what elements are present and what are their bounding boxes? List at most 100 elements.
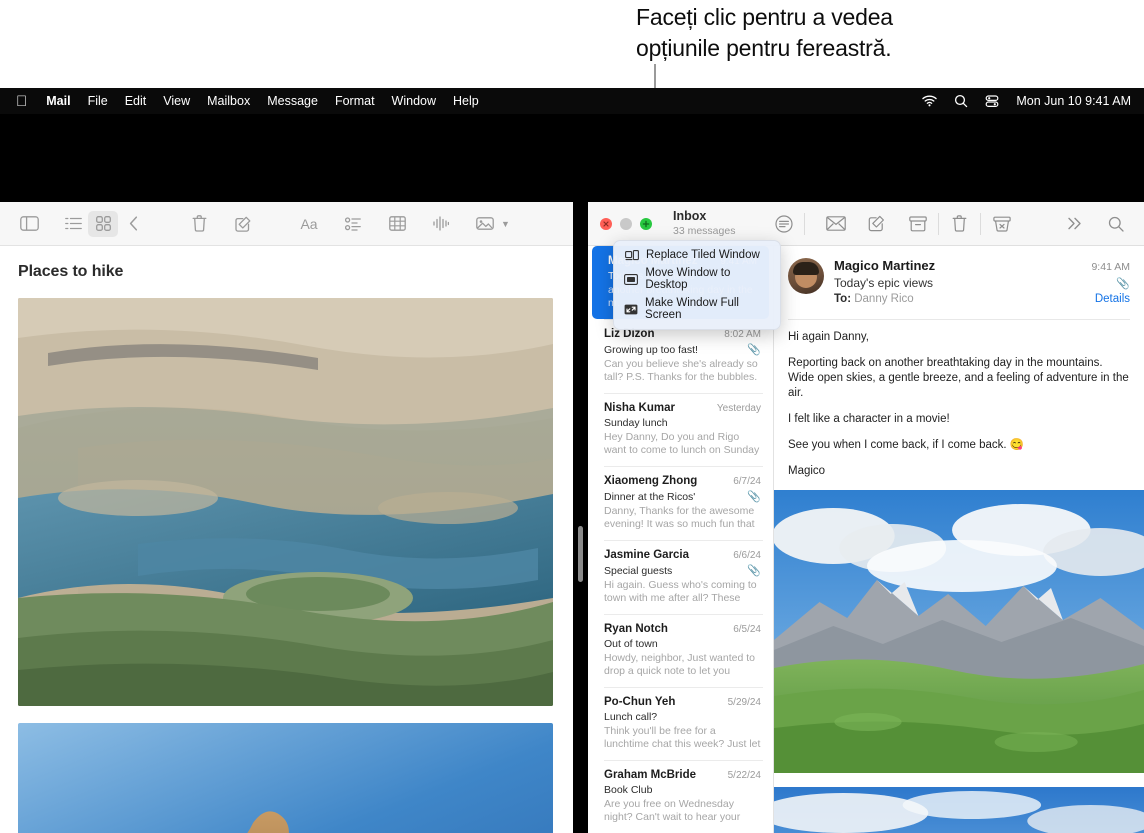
- wifi-icon[interactable]: [922, 95, 937, 107]
- message-subject: Out of town: [604, 638, 658, 650]
- window-traffic-lights[interactable]: [600, 218, 652, 230]
- message-sender: Po-Chun Yeh: [604, 696, 675, 708]
- message-list-item[interactable]: Xiaomeng Zhong 6/7/24 Dinner at the Rico…: [588, 466, 773, 540]
- move-window-to-desktop-icon: [624, 274, 638, 285]
- checklist-icon[interactable]: [338, 211, 368, 237]
- message-subject: Dinner at the Ricos': [604, 491, 695, 503]
- message-date: 8:02 AM: [724, 329, 761, 340]
- menu-item-label: Move Window to Desktop: [645, 267, 770, 291]
- message-date: 5/29/24: [728, 697, 761, 708]
- callout-line-1: Faceți clic pentru a vedea: [636, 4, 893, 30]
- spotlight-search-icon[interactable]: [954, 94, 968, 108]
- back-chevron-icon[interactable]: [118, 211, 148, 237]
- compose-note-icon[interactable]: [228, 211, 258, 237]
- detail-sender-name: Magico Martinez: [834, 258, 935, 273]
- paperclip-icon: 📎: [747, 343, 761, 356]
- sidebar-toggle-icon[interactable]: [14, 211, 44, 237]
- message-subject: Sunday lunch: [604, 417, 668, 429]
- menu-item-file[interactable]: File: [88, 94, 108, 108]
- message-body: Hi again Danny, Reporting back on anothe…: [774, 320, 1144, 479]
- menu-item-edit[interactable]: Edit: [125, 94, 147, 108]
- menu-item-mail[interactable]: Mail: [46, 94, 70, 108]
- screenshot-root: Faceți clic pentru a vedea opțiunile pen…: [0, 0, 1144, 833]
- more-toolbar-icon[interactable]: [1054, 210, 1095, 238]
- text-format-icon[interactable]: Aa: [294, 211, 324, 237]
- minimize-button[interactable]: [620, 218, 632, 230]
- message-list-item[interactable]: Nisha Kumar Yesterday Sunday lunch Hey D…: [588, 393, 773, 466]
- message-date: 6/7/24: [733, 476, 761, 487]
- body-paragraph: Magico: [788, 464, 1130, 479]
- message-snippet: Are you free on Wednesday night? Can't w…: [604, 798, 761, 824]
- get-mail-icon[interactable]: [815, 210, 856, 238]
- close-button[interactable]: [600, 218, 612, 230]
- details-link[interactable]: Details: [1095, 293, 1130, 305]
- message-list-item[interactable]: Po-Chun Yeh 5/29/24 Lunch call? Think yo…: [588, 687, 773, 760]
- replace-tiled-window-icon: [624, 250, 639, 261]
- tile-resize-handle[interactable]: [578, 526, 583, 582]
- paperclip-icon: 📎: [747, 490, 761, 503]
- message-attachment-image-2[interactable]: [774, 787, 1144, 833]
- media-icon[interactable]: [470, 211, 500, 237]
- audio-icon[interactable]: [426, 211, 456, 237]
- menubar-clock[interactable]: Mon Jun 10 9:41 AM: [1016, 94, 1131, 108]
- table-icon[interactable]: [382, 211, 412, 237]
- message-subject: Special guests: [604, 565, 672, 577]
- message-sender: Graham McBride: [604, 769, 696, 781]
- desktop:  Mail File Edit View Mailbox Message Fo…: [0, 88, 1144, 833]
- message-sender: Ryan Notch: [604, 623, 668, 635]
- detail-to-value: Danny Rico: [854, 293, 913, 305]
- menu-item-format[interactable]: Format: [335, 94, 375, 108]
- message-date: 6/6/24: [733, 550, 761, 561]
- message-snippet: Hey Danny, Do you and Rigo want to come …: [604, 431, 761, 457]
- search-icon[interactable]: [1095, 210, 1136, 238]
- message-date: 6/5/24: [733, 624, 761, 635]
- menu-item-help[interactable]: Help: [453, 94, 479, 108]
- apple-logo-icon[interactable]: : [16, 94, 27, 109]
- menu-item-mailbox[interactable]: Mailbox: [207, 94, 250, 108]
- menu-item-label: Replace Tiled Window: [646, 249, 760, 261]
- paperclip-icon[interactable]: 📎: [1116, 277, 1130, 290]
- note-image-1: [18, 298, 553, 706]
- menu-bar[interactable]:  Mail File Edit View Mailbox Message Fo…: [0, 88, 1144, 114]
- detail-subject: Today's epic views: [834, 276, 933, 290]
- archive-icon[interactable]: [897, 210, 938, 238]
- control-center-icon[interactable]: [985, 95, 999, 108]
- trash-icon[interactable]: [184, 211, 214, 237]
- message-list[interactable]: Magico Martinez 9:41 AM Today's epic vie…: [588, 246, 774, 833]
- message-list-item[interactable]: Liz Dizon 8:02 AM Growing up too fast! 📎…: [588, 319, 773, 393]
- menu-item-replace-tiled-window[interactable]: Replace Tiled Window: [614, 246, 780, 264]
- callout-line-2: opțiunile pentru fereastră.: [636, 33, 1036, 64]
- notes-window[interactable]: Aa: [0, 202, 573, 833]
- window-options-popup-menu[interactable]: Replace Tiled Window Move Window to Desk…: [613, 240, 781, 330]
- junk-icon[interactable]: [981, 210, 1022, 238]
- menu-item-message[interactable]: Message: [267, 94, 318, 108]
- list-view-icon[interactable]: [58, 211, 88, 237]
- menu-item-make-window-full-screen[interactable]: Make Window Full Screen: [614, 294, 780, 324]
- message-date: Yesterday: [717, 403, 761, 414]
- message-attachment-image-1[interactable]: [774, 490, 1144, 773]
- gallery-view-icon[interactable]: [88, 211, 118, 237]
- message-snippet: Can you believe she's already so tall? P…: [604, 358, 761, 384]
- make-window-full-screen-icon: [624, 304, 638, 315]
- mail-body: Magico Martinez 9:41 AM Today's epic vie…: [588, 246, 1144, 833]
- filter-icon[interactable]: [763, 210, 804, 238]
- media-chevron-down-icon[interactable]: ▼: [501, 219, 510, 229]
- notes-toolbar[interactable]: Aa: [0, 202, 573, 246]
- delete-icon[interactable]: [939, 210, 980, 238]
- notes-content: Places to hike: [0, 246, 573, 833]
- note-image-2: [18, 723, 553, 833]
- message-list-item[interactable]: Graham McBride 5/22/24 Book Club Are you…: [588, 760, 773, 833]
- message-snippet: Howdy, neighbor, Just wanted to drop a q…: [604, 652, 761, 678]
- callout-annotation: Faceți clic pentru a vedea opțiunile pen…: [636, 2, 1036, 64]
- message-list-item[interactable]: Ryan Notch 6/5/24 Out of town Howdy, nei…: [588, 614, 773, 687]
- message-sender: Xiaomeng Zhong: [604, 475, 697, 487]
- zoom-button[interactable]: [640, 218, 652, 230]
- message-date: 5/22/24: [728, 770, 761, 781]
- menu-item-view[interactable]: View: [163, 94, 190, 108]
- menu-item-move-window-to-desktop[interactable]: Move Window to Desktop: [614, 264, 780, 294]
- compose-icon[interactable]: [856, 210, 897, 238]
- tile-divider: [573, 202, 588, 833]
- menu-item-window[interactable]: Window: [392, 94, 436, 108]
- detail-time: 9:41 AM: [1091, 261, 1130, 273]
- message-list-item[interactable]: Jasmine Garcia 6/6/24 Special guests 📎 H…: [588, 540, 773, 614]
